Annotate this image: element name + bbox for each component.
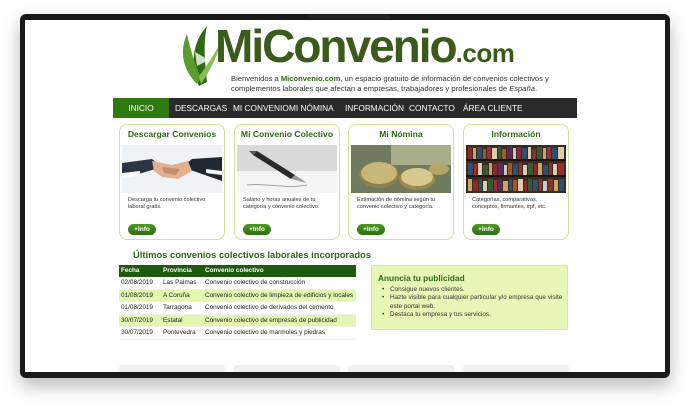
- site-tagline: Bienvenidos a Miconvenio.com, un espacio…: [231, 74, 561, 94]
- coins-image: [351, 145, 451, 193]
- handshake-image: [122, 145, 222, 193]
- card-description: Estimación de nómina según tu convenio c…: [357, 197, 436, 211]
- advertise-item: Destaca tu empresa y tus servicios.: [382, 311, 564, 320]
- cell-convenio-link[interactable]: Convenio colectivo de construcción: [203, 277, 356, 289]
- browser-viewport: MiConvenio.com Bienvenidos a Miconvenio.…: [25, 20, 665, 372]
- cell-fecha: 01/08/2019: [121, 291, 153, 299]
- cell-provincia: Pontevedra: [163, 329, 196, 337]
- pen-illustration: [237, 145, 337, 193]
- nav-item-mi-convenio[interactable]: MI CONVENIO: [227, 98, 289, 118]
- cell-fecha: 02/08/2019: [121, 279, 153, 286]
- logo-suffix: .com: [455, 38, 515, 68]
- bottom-panel-placeholder: [348, 365, 454, 372]
- tagline-end: .: [534, 84, 538, 93]
- latest-agreements-title: Últimos convenios colectivos laborales i…: [133, 249, 372, 260]
- table-row[interactable]: 02/08/2019 Las Palmas Convenio colectivo…: [119, 277, 356, 290]
- card-title[interactable]: Mi Convenio Colectivo: [235, 129, 339, 139]
- cell-provincia: Las Palmas: [163, 279, 197, 286]
- cell-convenio-link[interactable]: Convenio colectivo de empresas de public…: [203, 315, 356, 327]
- col-header-provincia: Provincia: [163, 267, 192, 274]
- col-header-fecha: Fecha: [121, 267, 140, 274]
- card-mi-convenio-colectivo: Mi Convenio Colectivo Salario y horas an…: [234, 124, 340, 240]
- info-button[interactable]: +Info: [357, 224, 385, 235]
- bottom-panel-placeholder: [463, 365, 569, 372]
- tagline-site-name: Miconvenio.com: [280, 74, 341, 83]
- cell-convenio-link[interactable]: Convenio colectivo de marmoles y piedras: [203, 327, 356, 339]
- info-button[interactable]: +Info: [128, 224, 156, 235]
- info-button[interactable]: +Info: [243, 224, 271, 235]
- cell-provincia: Estatal: [163, 316, 183, 324]
- feature-cards: Descargar Convenios Descarga tu convenio…: [119, 124, 569, 240]
- bottom-panel-placeholder: [119, 365, 225, 372]
- cell-fecha: 30/07/2019: [121, 329, 153, 337]
- card-title[interactable]: Descargar Convenios: [120, 129, 224, 139]
- logo-wordmark: MiConvenio.com: [215, 20, 515, 78]
- main-nav: INICIO DESCARGAS MI CONVENIO MI NÓMINA I…: [113, 98, 577, 118]
- bookshelf-image: [466, 145, 566, 193]
- advertise-item: Consigue nuevos clientes.: [382, 286, 564, 295]
- cell-fecha: 30/07/2019: [121, 316, 153, 324]
- card-descargar-convenios: Descargar Convenios Descarga tu convenio…: [119, 124, 225, 240]
- advertise-item: Hazte visible para cualquier particular …: [382, 294, 564, 311]
- nav-item-contacto[interactable]: CONTACTO: [403, 98, 457, 118]
- cell-provincia: Tarragona: [163, 304, 192, 312]
- card-title[interactable]: Información: [464, 129, 568, 139]
- stage: MiConvenio.com Bienvenidos a Miconvenio.…: [0, 0, 700, 417]
- advertise-list: Consigue nuevos clientes. Hazte visible …: [382, 286, 564, 320]
- cell-convenio-link[interactable]: Convenio colectivo de derivados del ceme…: [203, 302, 356, 314]
- table-header: Fecha Provincia Convenio colectivo: [119, 265, 356, 277]
- table-row[interactable]: 30/07/2019 Pontevedra Convenio colectivo…: [119, 327, 356, 340]
- bottom-panel-placeholder: [234, 365, 340, 372]
- card-informacion: Información Categorías, comparativas, co…: [463, 124, 569, 240]
- nav-item-mi-nomina[interactable]: MI NÓMINA: [283, 98, 339, 118]
- table-row[interactable]: 01/08/2019 Tarragona Convenio colectivo …: [119, 302, 356, 315]
- card-description: Salario y horas anuales de tu categoría …: [243, 197, 320, 211]
- cell-fecha: 01/08/2019: [121, 304, 153, 312]
- col-header-convenio: Convenio colectivo: [205, 267, 264, 274]
- info-button[interactable]: +Info: [472, 224, 500, 235]
- bookshelf-illustration: [466, 145, 566, 193]
- coins-illustration: [351, 145, 451, 193]
- card-mi-nomina: Mi Nómina Estimación de nómina según tu …: [348, 124, 454, 240]
- monitor-camera: [308, 15, 390, 19]
- nav-item-inicio[interactable]: INICIO: [113, 98, 169, 118]
- card-description: Descarga tu convenio colectivo laboral g…: [128, 197, 206, 211]
- table-row[interactable]: 30/07/2019 Estatal Convenio colectivo de…: [119, 314, 356, 328]
- advertise-box: Anuncia tu publicidad Consigue nuevos cl…: [371, 265, 568, 330]
- tagline-country: España: [509, 84, 535, 93]
- logo-main: MiConvenio: [215, 20, 458, 72]
- latest-agreements-table: Fecha Provincia Convenio colectivo 02/08…: [119, 265, 356, 340]
- cell-provincia: A Coruña: [163, 291, 190, 299]
- nav-item-informacion[interactable]: INFORMACIÓN: [339, 98, 404, 118]
- advertise-title[interactable]: Anuncia tu publicidad: [378, 273, 465, 283]
- nav-item-area-cliente[interactable]: ÁREA CLIENTE: [457, 98, 525, 118]
- card-description: Categorías, comparativas, conceptos, fir…: [472, 197, 547, 211]
- fountain-pen-image: [237, 145, 337, 193]
- nav-item-descargas[interactable]: DESCARGAS: [169, 98, 227, 118]
- card-title[interactable]: Mi Nómina: [349, 129, 453, 139]
- tagline-prefix: Bienvenidos a: [231, 74, 281, 83]
- table-row[interactable]: 01/08/2019 A Coruña Convenio colectivo d…: [119, 289, 356, 303]
- handshake-illustration: [122, 145, 222, 193]
- cell-convenio-link[interactable]: Convenio colectivo de limpieza de edific…: [203, 290, 356, 302]
